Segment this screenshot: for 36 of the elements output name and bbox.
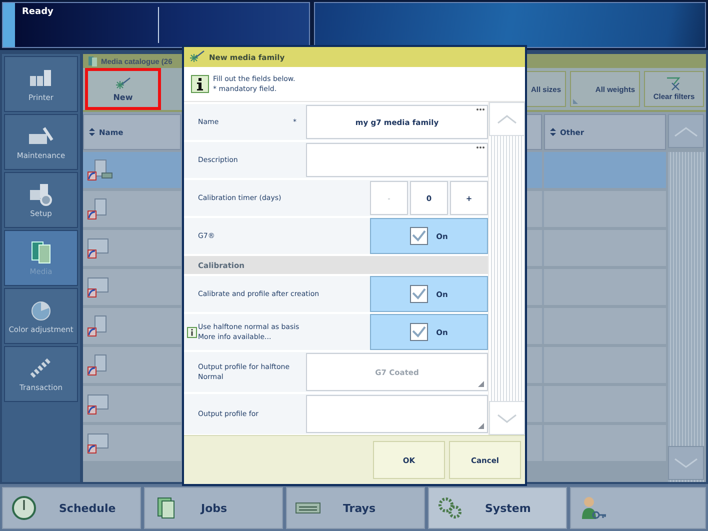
more-icon (476, 146, 485, 149)
status-indicator (3, 3, 15, 47)
gears-icon (437, 495, 463, 521)
scroll-track[interactable] (668, 152, 704, 482)
scroll-up-button[interactable] (668, 114, 704, 148)
taskbar-tab[interactable]: Schedule (2, 487, 141, 529)
taskbar-tab[interactable]: System (428, 487, 567, 529)
user-key-icon (579, 495, 607, 521)
chevron-up-icon (674, 127, 698, 137)
status-text: Ready (21, 6, 54, 19)
media-sheet-icon (87, 159, 113, 181)
more-icon (476, 108, 485, 111)
chevron-down-icon (497, 414, 517, 422)
chevron-down-icon (674, 458, 698, 468)
checkbox-icon (410, 227, 428, 245)
sparkle-wand-icon (189, 50, 205, 64)
taskbar-tab[interactable]: Trays (286, 487, 425, 529)
user-login-button[interactable] (570, 487, 706, 529)
checkbox-icon (410, 285, 428, 303)
sort-icon (89, 128, 95, 136)
chevron-up-icon (497, 114, 517, 124)
dropdown-field[interactable] (306, 395, 488, 433)
funnel-cross-icon (666, 77, 682, 91)
sort-icon (550, 128, 556, 136)
checkbox-icon (410, 323, 428, 341)
taskbar-tab[interactable]: Jobs (144, 487, 283, 529)
new-button[interactable]: New (85, 68, 161, 110)
sheets-icon (88, 56, 98, 66)
scroll-down-button[interactable] (668, 446, 704, 480)
dropdown-corner-icon (478, 381, 484, 387)
gear-icon (27, 182, 55, 206)
dropdown-corner-icon (478, 423, 484, 429)
clock-icon (11, 495, 37, 521)
sparkle-wand-icon (115, 76, 131, 90)
info-icon (191, 75, 209, 93)
input-field[interactable] (306, 143, 488, 177)
